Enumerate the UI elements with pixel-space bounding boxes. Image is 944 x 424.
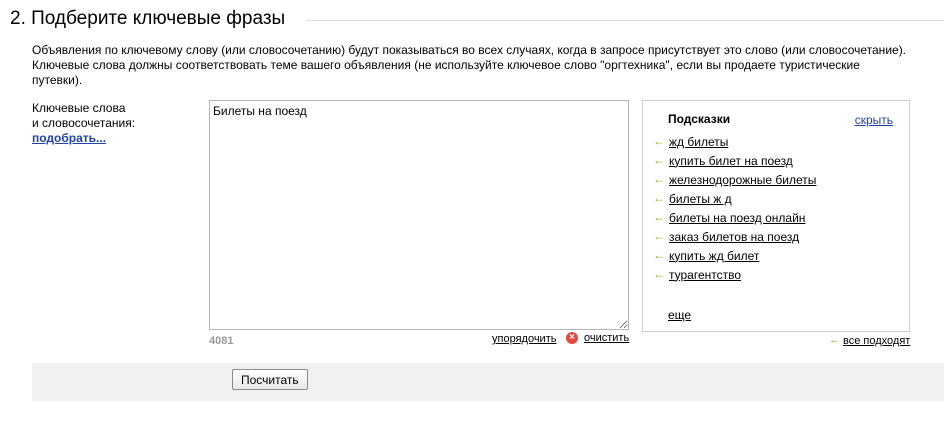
- left-arrow-icon[interactable]: ←: [653, 246, 669, 265]
- pick-keywords-link[interactable]: подобрать...: [32, 131, 135, 146]
- left-arrow-icon[interactable]: ←: [653, 151, 669, 170]
- hint-item[interactable]: ← билеты на поезд онлайн: [653, 208, 816, 227]
- char-count: 4081: [209, 335, 234, 347]
- hint-item[interactable]: ← заказ билетов на поезд: [653, 227, 816, 246]
- hint-text[interactable]: турагентство: [669, 268, 741, 282]
- clear-link[interactable]: очистить: [584, 332, 629, 344]
- hint-item[interactable]: ← билеты ж д: [653, 189, 816, 208]
- hint-item[interactable]: ← купить жд билет: [653, 246, 816, 265]
- hint-text[interactable]: купить жд билет: [669, 249, 759, 263]
- hint-text[interactable]: заказ билетов на поезд: [669, 230, 799, 244]
- sort-link[interactable]: упорядочить: [492, 333, 556, 345]
- keywords-textarea[interactable]: [209, 100, 629, 330]
- hint-item[interactable]: ← жд билеты: [653, 132, 816, 151]
- keywords-label-line2: и словосочетания:: [32, 116, 136, 130]
- left-arrow-icon[interactable]: ←: [653, 265, 669, 284]
- left-arrow-icon[interactable]: ←: [653, 170, 669, 189]
- left-arrow-icon[interactable]: ←: [653, 227, 669, 246]
- intro-text: Объявления по ключевому слову (или слово…: [32, 43, 907, 87]
- left-arrow-icon[interactable]: ←: [653, 208, 669, 227]
- more-hints-link[interactable]: еще: [668, 308, 691, 322]
- hints-panel: Подсказки скрыть ← жд билеты ← купить биле…: [642, 100, 910, 332]
- left-arrow-icon[interactable]: ←: [653, 132, 669, 151]
- title-divider: [306, 20, 944, 21]
- hint-text[interactable]: железнодорожные билеты: [669, 173, 816, 187]
- section-title: 2. Подберите ключевые фразы: [10, 8, 286, 29]
- hint-list: ← жд билеты ← купить билет на поезд ← желез…: [653, 132, 816, 284]
- hints-title: Подсказки: [668, 112, 731, 126]
- calculate-button[interactable]: Посчитать: [232, 369, 308, 390]
- footer-bar: [32, 363, 944, 401]
- hint-item[interactable]: ← железнодорожные билеты: [653, 170, 816, 189]
- keywords-label-line1: Ключевые слова: [32, 101, 126, 115]
- clear-icon[interactable]: ×: [566, 332, 578, 344]
- hint-item[interactable]: ← турагентство: [653, 265, 816, 284]
- left-arrow-icon[interactable]: ←: [829, 334, 843, 347]
- left-arrow-icon[interactable]: ←: [653, 189, 669, 208]
- hide-hints-link[interactable]: скрыть: [855, 113, 893, 127]
- all-fit-link[interactable]: все подходят: [843, 335, 910, 347]
- hint-text[interactable]: жд билеты: [669, 135, 728, 149]
- hint-text[interactable]: билеты на поезд онлайн: [669, 211, 805, 225]
- hint-text[interactable]: купить билет на поезд: [669, 154, 793, 168]
- hint-item[interactable]: ← купить билет на поезд: [653, 151, 816, 170]
- all-fit-button[interactable]: ← все подходят: [829, 334, 910, 347]
- clear-button[interactable]: × очистить: [566, 332, 629, 344]
- keywords-label: Ключевые слова и словосочетания: подобра…: [32, 101, 135, 146]
- hint-text[interactable]: билеты ж д: [669, 192, 732, 206]
